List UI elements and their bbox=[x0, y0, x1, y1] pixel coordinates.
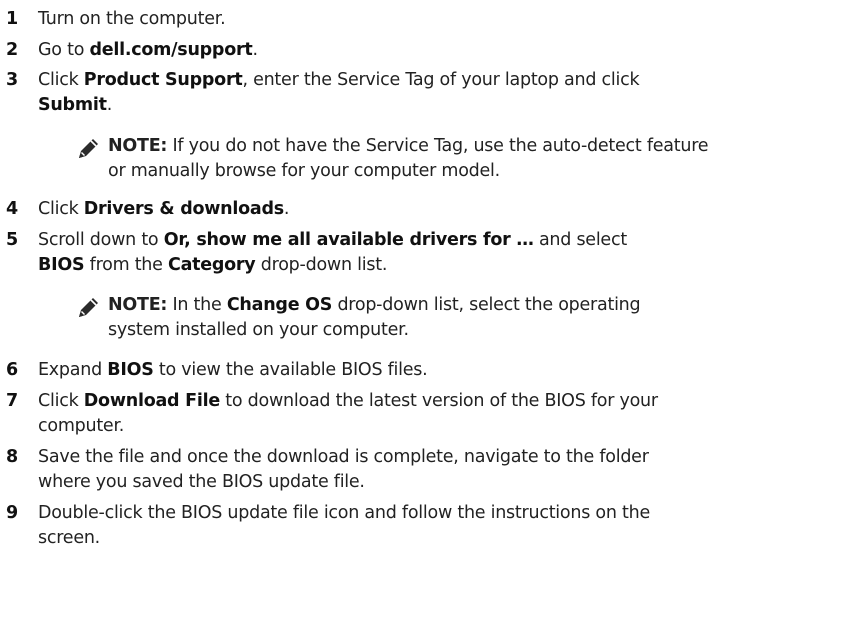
support-url-text: dell.com/support bbox=[89, 40, 253, 60]
step-text: where you saved the BIOS update file. bbox=[38, 472, 365, 492]
step-text: to download the latest version of the BI… bbox=[219, 391, 658, 411]
step-text: Save the file and once the download is c… bbox=[38, 447, 649, 467]
step-text: Scroll down to bbox=[38, 230, 164, 250]
step-6-text: Expand BIOS to view the available BIOS f… bbox=[38, 357, 428, 383]
download-file-text: Download File bbox=[83, 391, 220, 411]
step-text: Turn on the computer. bbox=[38, 9, 226, 29]
step-9-line-2: screen. bbox=[38, 525, 100, 551]
step-7-line-2: computer. bbox=[38, 413, 124, 439]
note-1-line-1: NOTE: If you do not have the Service Tag… bbox=[108, 133, 709, 159]
step-text: Click bbox=[38, 199, 84, 219]
step-5-line-1: Scroll down to Or, show me all available… bbox=[38, 227, 627, 253]
step-2-text: Go to dell.com/support. bbox=[38, 37, 258, 63]
step-text: and select bbox=[533, 230, 627, 250]
note-2-line-2: system installed on your computer. bbox=[108, 317, 409, 343]
step-text: . bbox=[106, 95, 113, 115]
step-number: 3 bbox=[6, 70, 19, 90]
step-3-line-2: Submit. bbox=[38, 92, 112, 118]
step-text: . bbox=[252, 40, 258, 60]
step-number: 6 bbox=[6, 360, 19, 380]
step-text: Expand bbox=[38, 360, 108, 380]
step-number: 2 bbox=[6, 40, 19, 60]
step-text: . bbox=[283, 199, 290, 219]
change-os-text: Change OS bbox=[226, 295, 333, 315]
step-5-line-2: BIOS from the Category drop-down list. bbox=[38, 252, 387, 278]
pencil-note-icon bbox=[76, 135, 102, 161]
step-number: 9 bbox=[6, 503, 19, 523]
bios-update-instructions: 1 Turn on the computer. 2 Go to dell.com… bbox=[0, 0, 862, 626]
step-3-line-1: Click Product Support, enter the Service… bbox=[38, 67, 640, 93]
bios-text: BIOS bbox=[107, 360, 154, 380]
step-text: Click bbox=[38, 391, 84, 411]
note-text: or manually browse for your computer mod… bbox=[108, 161, 500, 181]
show-all-drivers-text: Or, show me all available drivers for … bbox=[163, 230, 534, 250]
category-text: Category bbox=[167, 255, 256, 275]
step-number: 5 bbox=[6, 230, 19, 250]
note-text: If you do not have the Service Tag, use … bbox=[167, 136, 709, 156]
step-text: from the bbox=[84, 255, 168, 275]
product-support-text: Product Support bbox=[83, 70, 243, 90]
step-number: 1 bbox=[6, 9, 19, 29]
step-9-line-1: Double-click the BIOS update file icon a… bbox=[38, 500, 650, 526]
pencil-note-icon bbox=[76, 294, 102, 320]
step-7-line-1: Click Download File to download the late… bbox=[38, 388, 658, 414]
note-label: NOTE: bbox=[108, 295, 168, 315]
note-text: system installed on your computer. bbox=[108, 320, 409, 340]
step-text: , enter the Service Tag of your laptop a… bbox=[242, 70, 640, 90]
step-1-text: Turn on the computer. bbox=[38, 6, 226, 32]
bios-text: BIOS bbox=[38, 255, 85, 275]
note-text: drop-down list, select the operating bbox=[332, 295, 641, 315]
step-text: Click bbox=[38, 70, 84, 90]
step-8-line-1: Save the file and once the download is c… bbox=[38, 444, 649, 470]
step-text: to view the available BIOS files. bbox=[153, 360, 428, 380]
step-number: 8 bbox=[6, 447, 19, 467]
step-number: 4 bbox=[6, 199, 19, 219]
step-text: Go to bbox=[38, 40, 90, 60]
step-text: drop-down list. bbox=[255, 255, 388, 275]
step-text: screen. bbox=[38, 528, 100, 548]
note-2-line-1: NOTE: In the Change OS drop-down list, s… bbox=[108, 292, 641, 318]
step-4-text: Click Drivers & downloads. bbox=[38, 196, 289, 222]
step-text: computer. bbox=[38, 416, 125, 436]
note-1-line-2: or manually browse for your computer mod… bbox=[108, 158, 500, 184]
step-text: Double-click the BIOS update file icon a… bbox=[38, 503, 650, 523]
drivers-downloads-text: Drivers & downloads bbox=[83, 199, 284, 219]
note-label: NOTE: bbox=[108, 136, 168, 156]
step-number: 7 bbox=[6, 391, 19, 411]
note-text: In the bbox=[167, 295, 227, 315]
submit-text: Submit bbox=[38, 95, 107, 115]
step-8-line-2: where you saved the BIOS update file. bbox=[38, 469, 365, 495]
